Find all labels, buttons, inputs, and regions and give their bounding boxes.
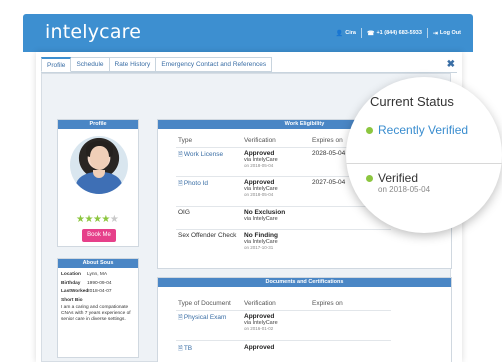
document-icon: 🗎 (178, 315, 183, 321)
tab-schedule[interactable]: Schedule (71, 57, 110, 72)
status-magnifier-callout: Current Status Recently Verified Verifie… (346, 77, 502, 233)
table-row: 🗎Physical Exam Approved via IntelyCare on … (178, 313, 278, 331)
row-divider (176, 340, 391, 341)
tab-rate-history[interactable]: Rate History (109, 57, 157, 72)
phone-link[interactable]: ☎ +1 (844) 683-5933 (367, 30, 422, 37)
top-nav-links: 👤 Cira ☎ +1 (844) 683-5933 ⇥ Log Out (336, 28, 461, 38)
star-icon: ★ (84, 214, 93, 225)
verified-status: Verified (366, 171, 418, 185)
document-icon: 🗎 (178, 346, 183, 352)
star-icon: ★ (101, 214, 110, 225)
verified-date: on 2018-05-04 (378, 185, 431, 194)
about-card: About Sous Location Lynn, MA Birthday 1990… (57, 258, 139, 358)
bio-label: Short Bio (61, 297, 83, 303)
logout-label: Log Out (439, 30, 461, 36)
callout-divider (346, 163, 502, 164)
docs-table-header: Type of Document Verification Expires on (178, 300, 343, 307)
star-rating: ★★★★★ (76, 214, 119, 225)
tb-link[interactable]: 🗎TB (178, 344, 244, 354)
star-empty-icon: ★ (109, 214, 119, 225)
nav-divider (426, 28, 428, 38)
avatar (70, 136, 128, 194)
profile-card: Profile ★★★★★ Book Me (57, 119, 139, 247)
row-divider (176, 206, 391, 207)
phone-number: +1 (844) 683-5933 (376, 30, 422, 36)
about-card-header: About Sous (58, 259, 138, 268)
intelycare-logo[interactable]: intelycare (45, 21, 141, 43)
documents-card: Documents and Certifications Type of Doc… (157, 277, 452, 362)
tab-bar: Profile Schedule Rate History Emergency … (41, 57, 273, 72)
about-row-location: Location Lynn, MA (61, 272, 108, 277)
user-icon: 👤 (335, 30, 344, 37)
bio-text: I am a caring and compationate CNAs with… (61, 304, 131, 322)
tab-emergency-contact[interactable]: Emergency Contact and References (156, 57, 273, 72)
phone-icon: ☎ (366, 30, 375, 37)
row-divider (176, 229, 391, 230)
logout-link[interactable]: ⇥ Log Out (433, 30, 461, 37)
about-row-lastworked: LastWorked 2018-04-07 (61, 289, 112, 294)
nav-divider (360, 28, 362, 38)
tab-profile[interactable]: Profile (41, 57, 72, 72)
recently-verified-status: Recently Verified (366, 123, 468, 137)
top-navbar: intelycare 👤 Cira ☎ +1 (844) 683-5933 ⇥ Log… (23, 14, 473, 52)
work-license-link[interactable]: 🗎Work License (178, 150, 244, 168)
documents-header: Documents and Certifications (158, 278, 451, 287)
table-row: Sex Offender Check No Finding via IntelyC… (178, 232, 278, 250)
book-me-button[interactable]: Book Me (82, 229, 116, 242)
user-menu[interactable]: 👤 Cira (336, 30, 356, 37)
physical-exam-link[interactable]: 🗎Physical Exam (178, 313, 244, 331)
close-icon[interactable]: ✖ (447, 59, 455, 70)
table-row: 🗎TB Approved (178, 344, 275, 354)
profile-card-header: Profile (58, 120, 138, 129)
about-row-birthday: Birthday 1990-09-04 (61, 280, 112, 286)
document-icon: 🗎 (178, 152, 183, 158)
logout-icon: ⇥ (432, 30, 438, 37)
user-name: Cira (345, 30, 356, 36)
current-status-title: Current Status (370, 94, 454, 109)
about-details: Location Lynn, MA Birthday 1990-09-04 Last… (58, 268, 138, 327)
status-dot-icon (366, 127, 373, 135)
row-divider (176, 310, 391, 311)
status-dot-icon (366, 175, 373, 183)
document-icon: 🗎 (178, 181, 183, 187)
photo-id-link[interactable]: 🗎Photo Id (178, 179, 244, 197)
